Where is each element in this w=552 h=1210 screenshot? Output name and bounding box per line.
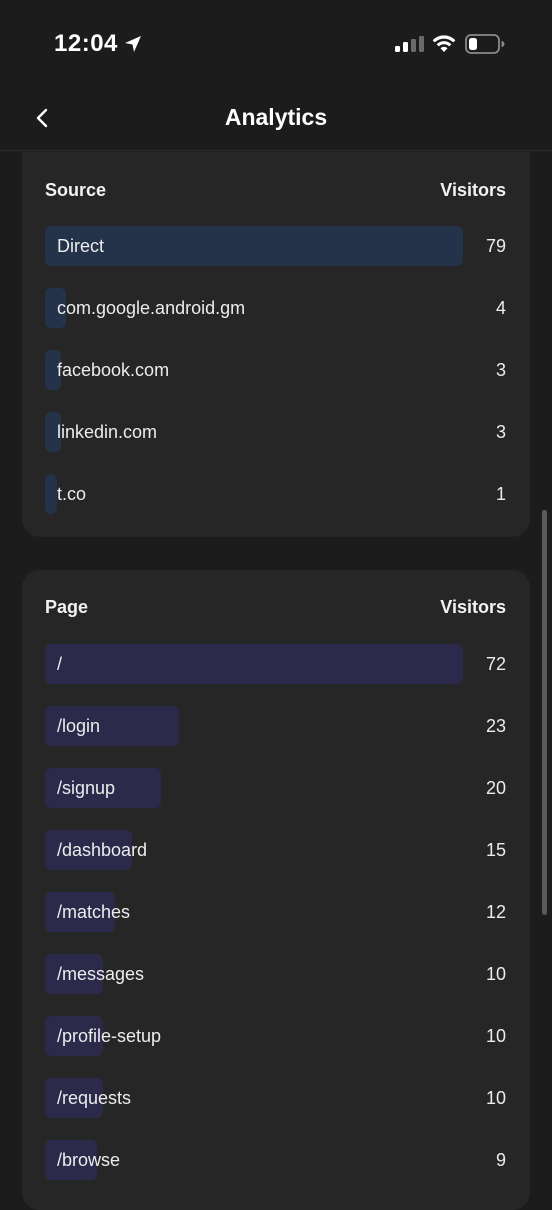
page-row[interactable]: /signup 20 [45, 768, 506, 808]
source-label: Direct [57, 236, 105, 256]
source-bar [45, 474, 57, 514]
wifi-icon [432, 35, 456, 52]
source-label: linkedin.com [57, 422, 158, 442]
page-row[interactable]: /requests 10 [45, 1078, 506, 1118]
status-bar: 12:04 [0, 0, 552, 88]
pages-column-label: Page [45, 597, 89, 617]
page-visitors-count: 12 [485, 902, 506, 922]
page-row[interactable]: /dashboard 15 [45, 830, 506, 870]
source-row[interactable]: com.google.android.gm 4 [45, 288, 506, 328]
source-visitors-count: 4 [495, 298, 506, 318]
sources-column-label: Source [45, 180, 107, 200]
page-label: /login [57, 716, 101, 736]
page-label: /signup [57, 778, 116, 798]
page-visitors-count: 9 [495, 1150, 506, 1170]
source-label: com.google.android.gm [57, 298, 246, 318]
page-label: / [57, 654, 63, 674]
page-label: /profile-setup [57, 1026, 162, 1046]
page-row[interactable]: / 72 [45, 644, 506, 684]
page-visitors-count: 10 [485, 1026, 506, 1046]
sources-header: Source Visitors [45, 180, 506, 201]
location-arrow-icon [124, 36, 141, 52]
cellular-signal-icon [395, 36, 424, 52]
source-visitors-count: 1 [495, 484, 506, 504]
page-label: /browse [57, 1150, 121, 1170]
page-visitors-count: 10 [485, 1088, 506, 1108]
page-visitors-count: 72 [485, 654, 506, 674]
page-visitors-count: 10 [485, 964, 506, 984]
page-label: /requests [57, 1088, 132, 1108]
source-label: facebook.com [57, 360, 170, 380]
source-visitors-count: 79 [485, 236, 506, 256]
page-row[interactable]: /login 23 [45, 706, 506, 746]
page-row[interactable]: /messages 10 [45, 954, 506, 994]
battery-icon [465, 34, 505, 54]
sources-visitors-column-label: Visitors [440, 180, 506, 200]
source-row[interactable]: Direct 79 [45, 226, 506, 266]
page-title: Analytics [224, 104, 328, 130]
navigation-bar: Analytics [0, 88, 552, 151]
source-visitors-count: 3 [495, 422, 506, 442]
source-row[interactable]: facebook.com 3 [45, 350, 506, 390]
sources-card: Source Visitors Direct 79 com.google.andro… [22, 152, 530, 537]
source-visitors-count: 3 [495, 360, 506, 380]
page-row[interactable]: /browse 9 [45, 1140, 506, 1180]
pages-card: Page Visitors / 72/login 23/signup 20/dashb… [22, 570, 530, 1210]
page-label: /matches [57, 902, 131, 922]
pages-visitors-column-label: Visitors [440, 597, 506, 617]
page-label: /dashboard [57, 840, 148, 860]
page-bar [45, 644, 463, 684]
page-visitors-count: 20 [485, 778, 506, 798]
scrollbar[interactable] [542, 510, 547, 915]
source-row[interactable]: linkedin.com 3 [45, 412, 506, 452]
page-row[interactable]: /profile-setup 10 [45, 1016, 506, 1056]
pages-header: Page Visitors [45, 597, 506, 618]
status-time-group: 12:04 [54, 30, 143, 58]
source-row[interactable]: t.co 1 [45, 474, 506, 514]
source-bar [45, 226, 463, 266]
page-row[interactable]: /matches 12 [45, 892, 506, 932]
source-label: t.co [57, 484, 87, 504]
page-label: /messages [57, 964, 145, 984]
page-visitors-count: 23 [485, 716, 506, 736]
page-visitors-count: 15 [485, 840, 506, 860]
status-time: 12:04 [54, 30, 118, 57]
